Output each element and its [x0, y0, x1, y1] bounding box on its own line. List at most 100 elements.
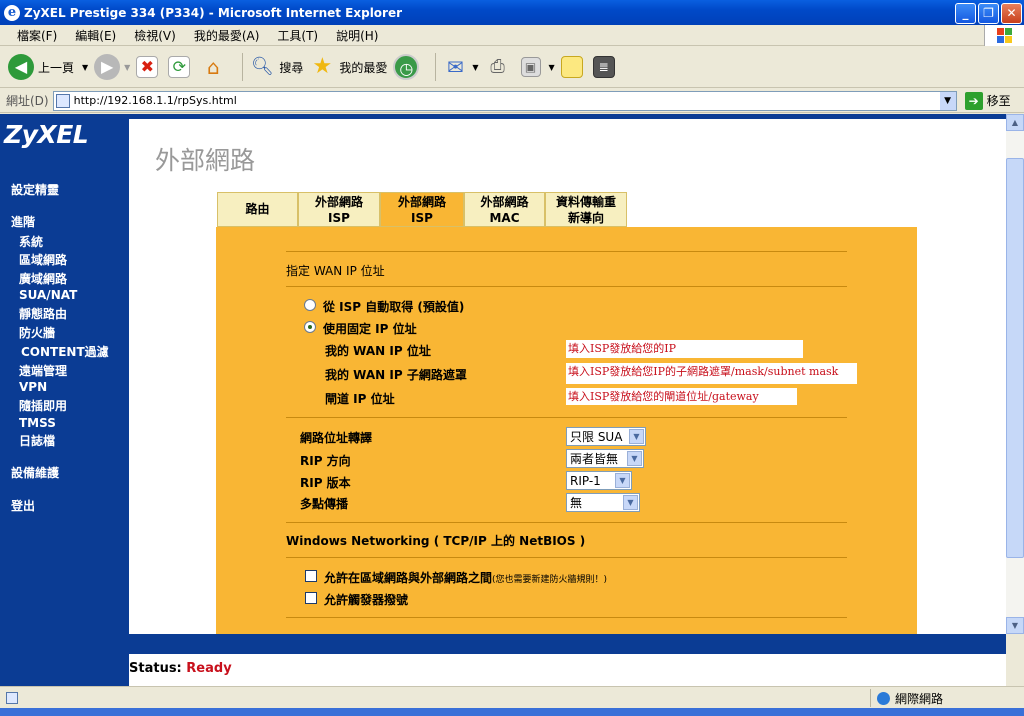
address-bar: 網址(D) http://192.168.1.1/rpSys.html ▼ ➔ … [0, 89, 1024, 113]
menu-file[interactable]: 檔案(F) [8, 27, 66, 44]
address-label: 網址(D) [6, 94, 49, 108]
subnet-mask-input[interactable]: 填入ISP發放給您IP的子網路遮罩/mask/subnet mask [566, 363, 857, 384]
wan-ip-heading: 指定 WAN IP 位址 [286, 264, 385, 278]
divider [286, 417, 847, 418]
sidebar-item-sua-nat[interactable]: SUA/NAT [19, 288, 77, 302]
taskbar-edge [0, 708, 1024, 716]
back-dropdown-icon[interactable]: ▼ [82, 63, 88, 72]
globe-icon [877, 691, 890, 705]
menu-bar: 檔案(F) 編輯(E) 檢視(V) 我的最愛(A) 工具(T) 說明(H) [0, 25, 1024, 46]
mail-dropdown-icon[interactable]: ▼ [472, 63, 478, 72]
messenger-button[interactable]: ≣ [592, 56, 619, 78]
vertical-scrollbar[interactable]: ▲ ▼ [1006, 114, 1024, 634]
tab-label-line1: 外部網路 [480, 195, 529, 209]
sidebar-item-vpn[interactable]: VPN [19, 380, 47, 394]
sidebar-logout[interactable]: 登出 [11, 497, 35, 514]
window-title: ZyXEL Prestige 334 (P334) - Microsoft In… [24, 5, 403, 20]
rip-version-label: RIP 版本 [300, 476, 351, 490]
page-icon [55, 93, 70, 108]
edit-dropdown-icon[interactable]: ▼ [549, 63, 555, 72]
multicast-select[interactable]: 無 ▼ [566, 493, 640, 512]
star-icon: ★ [312, 54, 333, 79]
toolbar: ◀ 上一頁 ▼ ▶ ▼ ✖ ⟳ ⌂ 🔍︎ 搜尋 ★ 我的最愛 ◷ ✉ ▼ ⎙ ▣… [0, 47, 1024, 88]
printer-icon: ⎙ [490, 56, 505, 77]
scroll-thumb[interactable] [1006, 158, 1024, 558]
forward-button[interactable]: ▶ ▼ [94, 54, 130, 80]
allow-trigger-label: 允許觸發器撥號 [324, 593, 409, 607]
home-button[interactable]: ⌂ [200, 54, 230, 80]
my-wan-ip-input[interactable]: 填入ISP發放給您的IP [566, 340, 803, 358]
go-arrow-icon: ➔ [964, 91, 983, 110]
rip-direction-select[interactable]: 兩者皆無 ▼ [566, 449, 644, 468]
scroll-up-button[interactable]: ▲ [1006, 114, 1024, 131]
edit-icon: ▣ [520, 57, 541, 77]
nat-select[interactable]: 只限 SUA ▼ [566, 427, 646, 446]
toolbar-separator [435, 53, 437, 81]
go-button[interactable]: ➔ 移至 [964, 91, 1011, 110]
rip-direction-label: RIP 方向 [300, 454, 351, 468]
menu-edit[interactable]: 編輯(E) [66, 27, 125, 44]
stop-button[interactable]: ✖ [136, 56, 162, 78]
search-label: 搜尋 [279, 60, 304, 75]
menu-favorites[interactable]: 我的最愛(A) [185, 27, 269, 44]
rip-version-select[interactable]: RIP-1 ▼ [566, 471, 632, 490]
scroll-down-button[interactable]: ▼ [1006, 617, 1024, 634]
radio-fixed-ip-label: 使用固定 IP 位址 [323, 322, 417, 336]
sidebar-item-tmss[interactable]: TMSS [19, 416, 56, 430]
history-button[interactable]: ◷ [393, 54, 423, 80]
discuss-button[interactable] [560, 56, 587, 78]
print-button[interactable]: ⎙ [485, 54, 515, 80]
allow-lan-wan-text: 允許在區域網路與外部網路之間 [324, 571, 493, 585]
radio-auto-ip[interactable] [304, 299, 316, 311]
zyxel-logo: ZyXEL [4, 120, 89, 149]
forward-arrow-icon: ▶ [94, 54, 121, 80]
browser-status-bar: 網際網路 [0, 686, 1024, 708]
sidebar-item-upnp[interactable]: 隨插即用 [19, 397, 67, 414]
tab-label-line1: 外部網路 [397, 195, 446, 209]
sidebar-item-remote-mgmt[interactable]: 遠端管理 [19, 362, 67, 379]
multicast-label: 多點傳播 [300, 497, 349, 511]
menu-view[interactable]: 檢視(V) [125, 27, 185, 44]
favorites-button[interactable]: ★ 我的最愛 [309, 54, 387, 80]
minimize-button[interactable]: _ [955, 3, 976, 24]
rip-direction-value: 兩者皆無 [570, 452, 619, 466]
gateway-ip-input[interactable]: 填入ISP發放給您的閘道位址/gateway [566, 388, 797, 405]
sidebar-item-firewall[interactable]: 防火牆 [19, 324, 55, 341]
ie-icon: e [4, 4, 20, 21]
allow-lan-wan-checkbox[interactable] [305, 570, 317, 582]
radio-auto-ip-label: 從 ISP 自動取得 (預設值) [323, 300, 465, 314]
menu-tools[interactable]: 工具(T) [268, 27, 327, 44]
sidebar-item-wan[interactable]: 廣域網路 [19, 270, 67, 287]
menu-help[interactable]: 說明(H) [327, 27, 387, 44]
refresh-icon: ⟳ [168, 56, 191, 78]
sidebar-wizard[interactable]: 設定精靈 [11, 181, 59, 198]
maximize-button[interactable]: ❐ [978, 3, 999, 24]
sidebar-item-logs[interactable]: 日誌檔 [19, 432, 55, 449]
sidebar-item-lan[interactable]: 區域網路 [19, 251, 67, 268]
tab-label-line2: ISP [411, 211, 433, 225]
tab-wan-isp-2[interactable]: 外部網路 ISP [380, 192, 464, 227]
close-button[interactable]: ✕ [1001, 3, 1022, 24]
sidebar-maintenance[interactable]: 設備維護 [11, 464, 59, 481]
address-dropdown-icon[interactable]: ▼ [939, 91, 956, 110]
edit-button[interactable]: ▣ ▼ [520, 57, 555, 77]
radio-fixed-ip[interactable] [304, 321, 316, 333]
sidebar-item-system[interactable]: 系統 [19, 233, 43, 250]
back-button[interactable]: ◀ 上一頁 ▼ [8, 54, 88, 80]
search-button[interactable]: 🔍︎ 搜尋 [249, 54, 303, 80]
forward-dropdown-icon: ▼ [124, 62, 131, 72]
tab-route[interactable]: 路由 [217, 192, 298, 227]
allow-trigger-checkbox[interactable] [305, 592, 317, 604]
nat-label: 網路位址轉譯 [300, 431, 373, 445]
mail-button[interactable]: ✉ ▼ [442, 54, 479, 80]
tab-wan-mac[interactable]: 外部網路 MAC [464, 192, 545, 227]
zone-label: 網際網路 [895, 691, 944, 706]
refresh-button[interactable]: ⟳ [168, 56, 194, 78]
address-input[interactable]: http://192.168.1.1/rpSys.html ▼ [52, 90, 957, 111]
page-done-icon [6, 691, 18, 704]
tab-wan-isp-1[interactable]: 外部網路 ISP [298, 192, 380, 227]
allow-lan-wan-label: 允許在區域網路與外部網路之間(您也需要新建防火牆規則！) [324, 569, 607, 586]
sidebar-item-static-route[interactable]: 靜態路由 [19, 305, 67, 322]
sidebar-item-content-filter[interactable]: CONTENT過濾 [21, 343, 109, 360]
tab-traffic-redirect[interactable]: 資料傳輸重 新導向 [545, 192, 627, 227]
